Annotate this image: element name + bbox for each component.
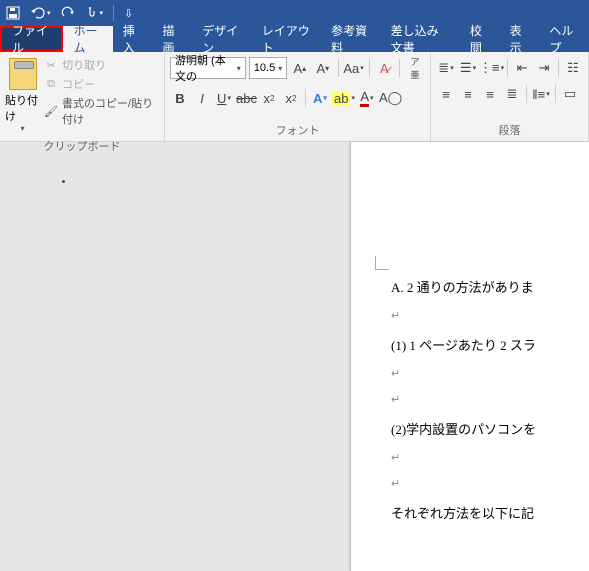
tab-home[interactable]: ホーム — [63, 26, 112, 52]
align-left-button[interactable]: ≡ — [436, 83, 456, 105]
redo-icon[interactable] — [61, 6, 75, 20]
return-mark: ↵ — [391, 387, 589, 413]
strikethrough-button[interactable]: abc — [236, 87, 257, 109]
shrink-font-button[interactable]: A▾ — [313, 57, 333, 79]
doc-line: それぞれ方法を以下に記 — [391, 498, 589, 529]
undo-icon[interactable]: ▾ — [30, 6, 51, 20]
format-painter-label: 書式のコピー/貼り付け — [62, 95, 159, 127]
page[interactable]: A. 2 通りの方法がありま ↵ (1) 1 ページあたり 2 スラ ↵ ↵ (… — [350, 142, 589, 571]
ribbon: 貼り付け ▾ ✂ 切り取り ⧉ コピー 🖌 書式のコピー/貼り付け クリップボー… — [0, 52, 589, 142]
return-mark: ↵ — [391, 361, 589, 387]
numbering-button[interactable]: ☰▾ — [458, 57, 478, 79]
font-color-button[interactable]: A▾ — [357, 87, 377, 109]
separator — [338, 59, 339, 77]
separator — [526, 85, 527, 103]
superscript-button[interactable]: x2 — [281, 87, 301, 109]
separator — [555, 85, 556, 103]
tab-file[interactable]: ファイル — [0, 26, 63, 52]
doc-line: (1) 1 ページあたり 2 スラ — [391, 330, 589, 361]
tab-references[interactable]: 参考資料 — [321, 26, 380, 52]
grow-font-button[interactable]: A▴ — [290, 57, 310, 79]
copy-label: コピー — [62, 76, 95, 92]
font-size-select[interactable]: 10.5 ▾ — [249, 57, 287, 79]
margin-corner-icon — [375, 256, 389, 270]
phonetic-guide-button[interactable]: ア亜 — [405, 57, 425, 79]
chevron-down-icon: ▾ — [278, 64, 282, 73]
doc-line: A. 2 通りの方法がありま — [391, 272, 589, 303]
tab-help[interactable]: ヘルプ — [539, 26, 589, 52]
align-right-button[interactable]: ≡ — [480, 83, 500, 105]
group-font: 游明朝 (本文の ▾ 10.5 ▾ A▴ A▾ Aa▾ A̷ ア亜 B I — [165, 52, 431, 141]
return-mark: ↵ — [391, 303, 589, 329]
ribbon-tabs: ファイル ホーム 挿入 描画 デザイン レイアウト 参考資料 差し込み文書 校閲… — [0, 26, 589, 52]
text-effects-button[interactable]: A▾ — [310, 87, 330, 109]
page-margin — [0, 142, 350, 571]
cursor-marker — [62, 180, 65, 183]
group-paragraph: ≣▾ ☰▾ ⋮≡▾ ⇤ ⇥ ☷ ≡ ≡ ≡ ≣ ‖≡▾ ▭ 段落 — [431, 52, 589, 141]
bold-button[interactable]: B — [170, 87, 190, 109]
group-label-font: フォント — [165, 120, 430, 141]
touch-mode-icon[interactable]: ▾ — [85, 6, 104, 20]
copy-button: ⧉ コピー — [44, 76, 159, 92]
font-name-select[interactable]: 游明朝 (本文の ▾ — [170, 57, 246, 79]
cut-label: 切り取り — [62, 57, 106, 73]
multilevel-list-button[interactable]: ⋮≡▾ — [480, 57, 503, 79]
font-size-value: 10.5 — [254, 62, 275, 74]
customize-qat-icon[interactable]: ⇩ — [124, 7, 133, 20]
group-label-paragraph: 段落 — [431, 120, 588, 141]
tab-design[interactable]: デザイン — [192, 26, 251, 52]
tab-review[interactable]: 校閲 — [460, 26, 500, 52]
separator — [113, 5, 114, 21]
chevron-down-icon: ▾ — [21, 124, 25, 133]
align-center-button[interactable]: ≡ — [458, 83, 478, 105]
tab-insert[interactable]: 挿入 — [113, 26, 153, 52]
clear-formatting-button[interactable]: A̷ — [374, 57, 394, 79]
sort-button[interactable]: ☷ — [563, 57, 583, 79]
brush-icon: 🖌 — [44, 104, 58, 118]
save-icon[interactable] — [6, 6, 20, 20]
tab-draw[interactable]: 描画 — [153, 26, 193, 52]
subscript-button[interactable]: x2 — [259, 87, 279, 109]
doc-line: (2)学内設置のパソコンを — [391, 414, 589, 445]
tab-mailings[interactable]: 差し込み文書 — [381, 26, 460, 52]
highlight-button[interactable]: ab▾ — [332, 87, 355, 109]
copy-icon: ⧉ — [44, 77, 58, 91]
separator — [507, 59, 508, 77]
font-name-value: 游明朝 (本文の — [175, 52, 234, 84]
increase-indent-button[interactable]: ⇥ — [534, 57, 554, 79]
return-mark: ↵ — [391, 471, 589, 497]
group-clipboard: 貼り付け ▾ ✂ 切り取り ⧉ コピー 🖌 書式のコピー/貼り付け クリップボー… — [0, 52, 165, 141]
paste-icon — [9, 58, 37, 90]
decrease-indent-button[interactable]: ⇤ — [512, 57, 532, 79]
tab-layout[interactable]: レイアウト — [252, 26, 321, 52]
scissors-icon: ✂ — [44, 58, 58, 72]
paste-button[interactable]: 貼り付け ▾ — [5, 55, 40, 133]
return-mark: ↵ — [391, 445, 589, 471]
underline-button[interactable]: U▾ — [214, 87, 234, 109]
separator — [305, 89, 306, 107]
chevron-down-icon: ▾ — [237, 64, 241, 73]
paste-label: 貼り付け — [5, 92, 40, 124]
cut-button: ✂ 切り取り — [44, 57, 159, 73]
separator — [558, 59, 559, 77]
separator — [399, 59, 400, 77]
format-painter-button[interactable]: 🖌 書式のコピー/貼り付け — [44, 95, 159, 127]
bullets-button[interactable]: ≣▾ — [436, 57, 456, 79]
enclose-characters-button[interactable]: A◯ — [379, 87, 402, 109]
separator — [369, 59, 370, 77]
justify-button[interactable]: ≣ — [502, 83, 522, 105]
shading-button[interactable]: ▭ — [560, 83, 580, 105]
document-area: A. 2 通りの方法がありま ↵ (1) 1 ページあたり 2 スラ ↵ ↵ (… — [0, 142, 589, 571]
italic-button[interactable]: I — [192, 87, 212, 109]
change-case-button[interactable]: Aa▾ — [344, 57, 364, 79]
line-spacing-button[interactable]: ‖≡▾ — [531, 83, 551, 105]
tab-view[interactable]: 表示 — [500, 26, 540, 52]
